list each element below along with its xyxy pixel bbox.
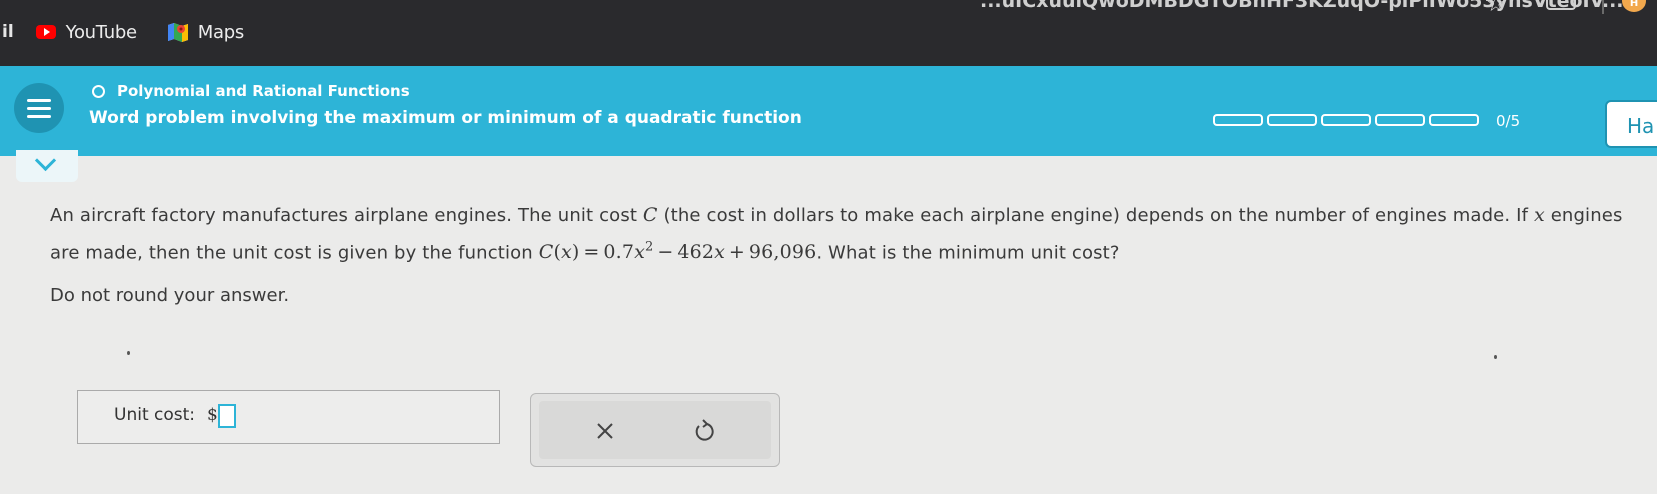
address-bar-text[interactable]: ...uICxuulQwoDMBDGTOBhHF3KZuqO-plPlIWo53…: [980, 0, 1624, 12]
problem-statement: An aircraft factory manufactures airplan…: [50, 199, 1635, 269]
bookmark-label: YouTube: [65, 21, 137, 43]
bookmark-star-icon[interactable]: ☆: [1486, 0, 1506, 17]
problem-title: Word problem involving the maximum or mi…: [89, 108, 802, 128]
progress-bar: [1213, 114, 1483, 126]
menu-button[interactable]: [14, 83, 64, 133]
bookmark-label: Maps: [197, 21, 244, 43]
screen-speck: [127, 351, 130, 355]
topic-breadcrumb: Polynomial and Rational Functions: [92, 82, 410, 100]
collapse-header-button[interactable]: [16, 149, 78, 182]
action-buttons: [539, 401, 771, 459]
problem-text: An aircraft factory manufactures airplan…: [50, 205, 643, 226]
browser-chrome: ...uICxuulQwoDMBDGTOBhHF3KZuqO-plPlIWo53…: [0, 0, 1657, 66]
topic-header: Polynomial and Rational Functions Word p…: [0, 66, 1657, 156]
undo-icon: [695, 419, 714, 441]
help-button[interactable]: Ha: [1605, 100, 1657, 148]
progress-count: 0/5: [1496, 112, 1521, 130]
topic-status-icon: [92, 84, 105, 98]
youtube-icon: [35, 25, 56, 39]
close-icon: [597, 423, 613, 439]
chevron-down-icon: [34, 149, 57, 172]
currency-symbol: $: [207, 405, 218, 425]
bookmark-truncated[interactable]: il: [2, 22, 14, 42]
profile-avatar[interactable]: H: [1622, 0, 1646, 12]
problem-text: . What is the minimum unit cost?: [816, 242, 1120, 264]
progress-segment: [1429, 114, 1479, 126]
action-panel: [530, 393, 780, 467]
math-variable: x: [1533, 204, 1545, 226]
extension-icon[interactable]: [1546, 0, 1576, 10]
bookmark-youtube[interactable]: YouTube: [35, 21, 137, 43]
progress-segment: [1375, 114, 1425, 126]
maps-icon: [167, 23, 188, 42]
math-variable: C: [642, 204, 658, 226]
bookmarks-bar: il YouTube Maps: [0, 14, 274, 50]
progress-segment: [1267, 114, 1317, 126]
instruction-text: Do not round your answer.: [50, 285, 290, 306]
toolbar-divider: [1602, 0, 1604, 14]
screen-speck: [1494, 355, 1497, 359]
bookmark-maps[interactable]: Maps: [167, 21, 244, 43]
progress-segment: [1321, 114, 1371, 126]
answer-box: Unit cost: $: [77, 390, 500, 444]
progress-segment: [1213, 114, 1263, 126]
undo-button[interactable]: [686, 413, 722, 449]
topic-name: Polynomial and Rational Functions: [117, 82, 410, 100]
clear-button[interactable]: [587, 413, 623, 449]
unit-cost-input[interactable]: [218, 404, 236, 428]
problem-text: (the cost in dollars to make each airpla…: [657, 205, 1534, 226]
answer-label: Unit cost:: [114, 405, 196, 425]
cost-function: C(x) = 0.7x2 − 462x + 96,096: [538, 240, 817, 264]
